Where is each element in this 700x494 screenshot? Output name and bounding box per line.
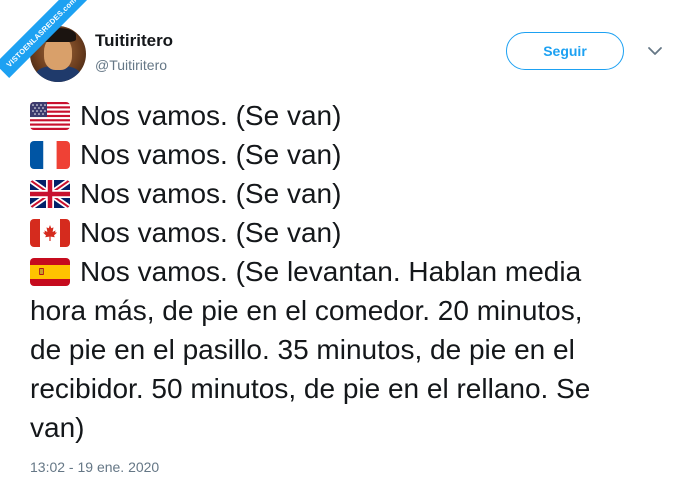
tweet-line-text: Nos vamos. (Se van) [80, 139, 342, 170]
tweet-line: Nos vamos. (Se van) [30, 174, 680, 213]
tweet-line: Nos vamos. (Se van) [30, 135, 680, 174]
tweet-line: van) [30, 412, 85, 443]
tweet-text: Nos vamos. (Se van) Nos vamos. (Se van) … [30, 96, 680, 447]
tweet-line: hora más, de pie en el comedor. 20 minut… [30, 295, 583, 326]
tweet-timestamp[interactable]: 13:02 - 19 ene. 2020 [30, 459, 159, 475]
tweet-line-text: Nos vamos. (Se levantan. Hablan media [80, 256, 582, 287]
tweet-line-text: Nos vamos. (Se van) [80, 178, 342, 209]
author-handle[interactable]: @Tuitiritero [95, 57, 167, 73]
tweet-line: de pie en el pasillo. 35 minutos, de pie… [30, 334, 575, 365]
tweet-line: Nos vamos. (Se van) [30, 213, 680, 252]
chevron-down-icon[interactable] [645, 43, 665, 59]
tweet-line: recibidor. 50 minutos, de pie en el rell… [30, 373, 591, 404]
uk-flag-icon [30, 179, 70, 208]
tweet-line-text: Nos vamos. (Se van) [80, 100, 342, 131]
follow-button[interactable]: Seguir [506, 32, 624, 70]
author-name[interactable]: Tuitiritero [95, 31, 173, 51]
tweet-line-text: Nos vamos. (Se van) [80, 217, 342, 248]
tweet-line: Nos vamos. (Se levantan. Hablan media [30, 252, 680, 291]
us-flag-icon [30, 101, 70, 130]
tweet-line: Nos vamos. (Se van) [30, 96, 680, 135]
france-flag-icon [30, 140, 70, 169]
canada-flag-icon [30, 218, 70, 247]
spain-flag-icon [30, 257, 70, 286]
tweet-spain-paragraph: Nos vamos. (Se levantan. Hablan media ho… [30, 252, 680, 447]
